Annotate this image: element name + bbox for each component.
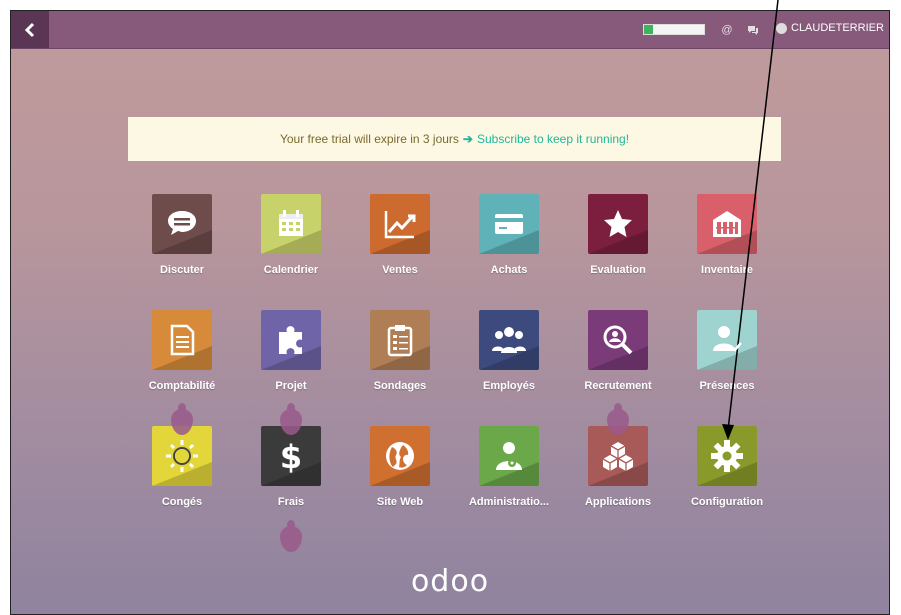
app-tile[interactable]	[370, 426, 430, 486]
app-gear[interactable]: Configuration	[677, 426, 777, 508]
app-cubes[interactable]: Applications	[568, 426, 668, 508]
app-warehouse[interactable]: Inventaire	[677, 194, 777, 276]
app-tile[interactable]	[261, 194, 321, 254]
odoo-logo: odoo	[410, 564, 490, 599]
app-label: Administratio...	[468, 496, 550, 508]
user-gear-icon	[496, 442, 522, 470]
warehouse-icon	[713, 211, 741, 237]
app-globe[interactable]: Site Web	[350, 426, 450, 508]
app-user-gear[interactable]: Administratio...	[459, 426, 559, 508]
trial-progress-bar	[643, 24, 705, 35]
app-sun[interactable]: Congés	[132, 426, 232, 508]
dollar-icon: $	[280, 438, 302, 475]
people-icon	[492, 327, 526, 353]
app-label: Calendrier	[263, 264, 319, 276]
gear-icon	[711, 440, 743, 472]
app-people[interactable]: Employés	[459, 310, 559, 392]
calendar-icon	[279, 210, 303, 236]
arrow-right-icon: ➔	[462, 132, 473, 146]
credit-card-icon	[495, 214, 523, 234]
person-check-icon	[713, 326, 742, 352]
app-puzzle[interactable]: Projet	[241, 310, 341, 392]
app-label: Congés	[161, 496, 203, 508]
app-tile[interactable]	[479, 310, 539, 370]
app-tile[interactable]	[370, 194, 430, 254]
app-label: Présences	[699, 380, 755, 392]
svg-text:$: $	[280, 438, 302, 475]
app-tile[interactable]	[152, 194, 212, 254]
clipboard-icon	[387, 325, 413, 357]
help-icon[interactable]: @	[721, 24, 733, 36]
app-tile[interactable]	[479, 426, 539, 486]
user-name: CLAUDETERRIER	[791, 22, 884, 34]
app-tile[interactable]	[370, 310, 430, 370]
app-tile[interactable]	[588, 310, 648, 370]
app-star[interactable]: Evaluation	[568, 194, 668, 276]
app-label: Site Web	[376, 496, 424, 508]
progress-fill	[644, 25, 653, 34]
app-tile[interactable]	[697, 426, 757, 486]
app-label: Sondages	[373, 380, 427, 392]
magnifier-icon	[603, 325, 633, 355]
app-tile[interactable]: $	[261, 426, 321, 486]
puzzle-icon	[279, 326, 302, 354]
user-menu[interactable]: CLAUDETERRIER ▼	[776, 22, 889, 34]
app-document[interactable]: Comptabilité	[132, 310, 232, 392]
app-trend-chart[interactable]: Ventes	[350, 194, 450, 276]
app-label: Achats	[490, 264, 528, 276]
app-credit-card[interactable]: Achats	[459, 194, 559, 276]
back-button[interactable]	[11, 11, 49, 48]
decorative-drop	[280, 520, 302, 552]
app-label: Evaluation	[590, 264, 646, 276]
user-avatar	[776, 22, 787, 34]
globe-icon	[386, 442, 414, 470]
document-icon	[170, 324, 195, 356]
chat-bubble-icon	[168, 211, 196, 235]
subscribe-link[interactable]: Subscribe to keep it running!	[477, 132, 629, 146]
app-tile[interactable]	[479, 194, 539, 254]
app-clipboard[interactable]: Sondages	[350, 310, 450, 392]
app-dollar[interactable]: $ Frais	[241, 426, 341, 508]
trial-text: Your free trial will expire in 3 jours	[279, 132, 459, 146]
trend-chart-icon	[384, 211, 416, 239]
app-tile[interactable]	[588, 426, 648, 486]
chat-icon[interactable]	[747, 24, 759, 36]
app-tile[interactable]	[152, 310, 212, 370]
star-icon	[604, 210, 632, 237]
cubes-icon	[602, 442, 634, 471]
app-label: Recrutement	[584, 380, 652, 392]
caret-down-icon: ▼	[888, 24, 889, 33]
app-label: Discuter	[159, 264, 205, 276]
app-chat-bubble[interactable]: Discuter	[132, 194, 232, 276]
app-tile[interactable]	[697, 310, 757, 370]
app-label: Projet	[275, 380, 307, 392]
odoo-home-screen: @ CLAUDETERRIER ▼ Your free trial will e…	[10, 10, 890, 615]
app-tile[interactable]	[152, 426, 212, 486]
app-tile[interactable]	[261, 310, 321, 370]
app-label: Applications	[584, 496, 651, 508]
app-label: Comptabilité	[148, 380, 216, 392]
app-tile[interactable]	[697, 194, 757, 254]
trial-banner: Your free trial will expire in 3 jours ➔…	[128, 117, 781, 161]
app-label: Ventes	[382, 264, 418, 276]
back-icon	[24, 22, 35, 37]
top-navbar: @ CLAUDETERRIER ▼	[11, 11, 889, 49]
app-label: Inventaire	[701, 264, 753, 276]
app-tile[interactable]	[588, 194, 648, 254]
sun-icon	[166, 440, 198, 472]
app-label: Configuration	[690, 496, 764, 508]
app-calendar[interactable]: Calendrier	[241, 194, 341, 276]
app-person-check[interactable]: Présences	[677, 310, 777, 392]
app-label: Frais	[277, 496, 305, 508]
app-magnifier[interactable]: Recrutement	[568, 310, 668, 392]
app-label: Employés	[483, 380, 535, 392]
